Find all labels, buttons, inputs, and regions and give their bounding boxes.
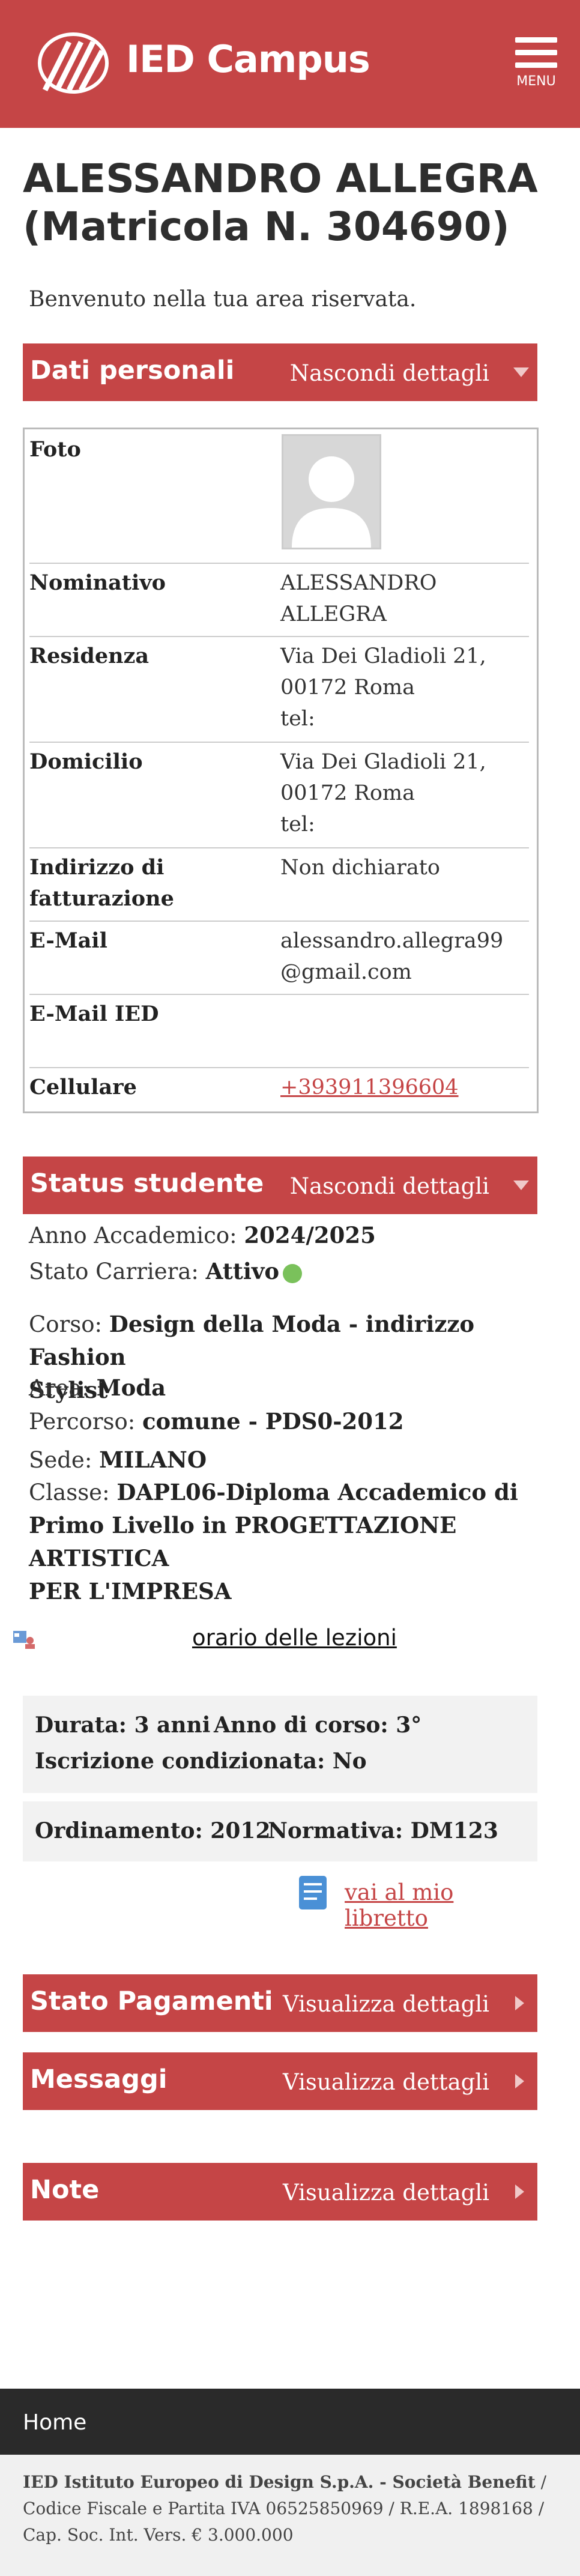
ied-logo-icon[interactable] xyxy=(36,30,111,96)
row-value: Via Dei Gladioli 21, 00172 Roma tel: xyxy=(280,750,486,836)
welcome-text: Benvenuto nella tua area riservata. xyxy=(29,287,417,312)
chevron-right-icon xyxy=(515,2074,524,2088)
table-row: Cellulare +393911396604 xyxy=(29,1067,529,1109)
calendar-people-icon xyxy=(13,1631,35,1649)
section-header-notes[interactable]: Note Visualizza dettagli xyxy=(23,2163,537,2221)
booklet-icon xyxy=(299,1876,327,1909)
phone-link[interactable]: +393911396604 xyxy=(280,1075,459,1099)
table-row: Nominativo ALESSANDRO ALLEGRA xyxy=(29,563,529,637)
table-row: E-Mail IED xyxy=(29,994,529,1068)
section-title: Stato Pagamenti xyxy=(30,1986,273,2016)
table-row: Foto xyxy=(29,429,529,564)
academic-year: Anno Accademico: 2024/2025 xyxy=(29,1222,376,1248)
app-header: IED Campus MENU xyxy=(0,0,580,128)
show-details-link[interactable]: Visualizza dettagli xyxy=(283,1991,489,2017)
row-value: ALESSANDRO ALLEGRA xyxy=(280,571,437,626)
row-label: Domicilio xyxy=(29,749,143,774)
chevron-right-icon xyxy=(515,2184,524,2199)
ordinamento: Ordinamento: 2012 xyxy=(35,1818,271,1843)
schedule-link[interactable]: orario delle lezioni xyxy=(192,1625,397,1651)
section-title: Note xyxy=(30,2175,100,2205)
show-details-link[interactable]: Visualizza dettagli xyxy=(283,2069,489,2095)
normativa: Normativa: DM123 xyxy=(268,1818,498,1843)
schedule-row: orario delle lezioni xyxy=(12,1624,552,1660)
row-label: E-Mail xyxy=(29,928,107,953)
career-status: Stato Carriera: Attivo xyxy=(29,1255,527,1288)
row-label: E-Mail IED xyxy=(29,1002,159,1026)
table-row: Residenza Via Dei Gladioli 21, 00172 Roma… xyxy=(29,636,529,743)
menu-label: MENU xyxy=(516,74,556,89)
enrollment-condition: Iscrizione condizionata: No xyxy=(35,1749,367,1774)
row-label: Nominativo xyxy=(29,570,166,595)
row-label: Indirizzo di fatturazione xyxy=(29,855,174,911)
brand-title[interactable]: IED Campus xyxy=(126,37,370,81)
section-title: Status studente xyxy=(30,1169,264,1199)
status-active-dot-icon xyxy=(283,1263,303,1283)
section-header-payments[interactable]: Stato Pagamenti Visualizza dettagli xyxy=(23,1974,537,2032)
chevron-down-icon xyxy=(513,1181,529,1190)
section-header-personal[interactable]: Dati personali Nascondi dettagli xyxy=(23,343,537,401)
legal-text: IED Istituto Europeo di Design S.p.A. - … xyxy=(23,2472,547,2545)
page-title: ALESSANDRO ALLEGRA (Matricola N. 304690) xyxy=(23,156,538,250)
row-value: Via Dei Gladioli 21, 00172 Roma tel: xyxy=(280,644,486,731)
footer-nav: Home xyxy=(0,2389,580,2455)
sede: Sede: MILANO xyxy=(29,1447,207,1473)
table-row: E-Mail alessandro.allegra99 @gmail.com xyxy=(29,921,529,995)
row-label: Cellulare xyxy=(29,1075,137,1099)
user-placeholder-icon xyxy=(292,456,371,548)
duration: Durata: 3 anni xyxy=(35,1713,211,1738)
area: Area: Moda xyxy=(29,1374,166,1401)
row-label: Foto xyxy=(29,437,81,462)
toggle-details-link[interactable]: Nascondi dettagli xyxy=(290,1173,489,1199)
section-title: Dati personali xyxy=(30,355,235,385)
regulation-info-box: Ordinamento: 2012 Normativa: DM123 xyxy=(23,1801,537,1861)
libretto-row[interactable]: vai al mio libretto xyxy=(297,1873,537,1931)
course-year: Anno di corso: 3° xyxy=(214,1713,422,1738)
chevron-down-icon xyxy=(513,367,529,377)
libretto-link[interactable]: vai al mio libretto xyxy=(345,1879,537,1931)
chevron-right-icon xyxy=(515,1996,524,2010)
section-header-status[interactable]: Status studente Nascondi dettagli xyxy=(23,1156,537,1214)
course-info-box: Durata: 3 anni Anno di corso: 3° Iscrizi… xyxy=(23,1696,537,1793)
section-title: Messaggi xyxy=(30,2064,168,2094)
home-link[interactable]: Home xyxy=(23,2410,86,2435)
row-label: Residenza xyxy=(29,644,150,668)
classe: Classe: DAPL06-Diploma Accademico di Prim… xyxy=(29,1479,518,1604)
table-row: Indirizzo di fatturazione Non dichiarato xyxy=(29,847,529,922)
hamburger-icon xyxy=(515,37,557,68)
percorso: Percorso: comune - PDS0-2012 xyxy=(29,1408,404,1435)
personal-data-table: Foto Nominativo ALESSANDRO ALLEGRA Reside… xyxy=(23,428,539,1113)
table-row: Domicilio Via Dei Gladioli 21, 00172 Roma… xyxy=(29,742,529,848)
row-value: alessandro.allegra99 @gmail.com xyxy=(280,929,504,984)
menu-button[interactable]: MENU xyxy=(515,37,557,89)
toggle-details-link[interactable]: Nascondi dettagli xyxy=(290,360,489,386)
show-details-link[interactable]: Visualizza dettagli xyxy=(283,2180,489,2206)
row-value: Non dichiarato xyxy=(280,856,440,880)
avatar xyxy=(282,434,381,549)
section-header-messages[interactable]: Messaggi Visualizza dettagli xyxy=(23,2052,537,2110)
legal-footer: IED Istituto Europeo di Design S.p.A. - … xyxy=(0,2455,580,2576)
